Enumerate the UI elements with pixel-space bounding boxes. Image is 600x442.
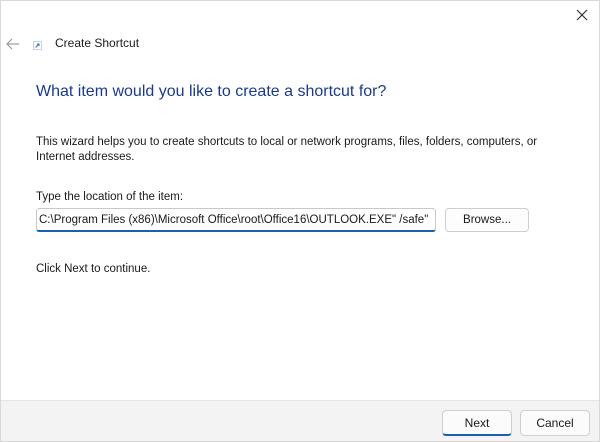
- window-title: Create Shortcut: [55, 36, 140, 50]
- wizard-footer: Next Cancel: [1, 400, 599, 441]
- page-heading: What item would you like to create a sho…: [36, 83, 387, 100]
- close-icon: [576, 9, 588, 21]
- shortcut-icon: [33, 41, 42, 50]
- close-button[interactable]: [571, 5, 593, 25]
- cancel-button[interactable]: Cancel: [520, 410, 590, 436]
- wizard-description: This wizard helps you to create shortcut…: [36, 136, 538, 163]
- location-input[interactable]: [36, 208, 436, 232]
- create-shortcut-window: Create Shortcut What item would you like…: [0, 0, 600, 442]
- next-button[interactable]: Next: [442, 410, 512, 436]
- continue-instruction: Click Next to continue.: [36, 263, 151, 275]
- back-arrow-icon: [6, 38, 19, 50]
- back-button[interactable]: [5, 31, 21, 57]
- browse-button[interactable]: Browse...: [445, 208, 529, 232]
- location-label: Type the location of the item:: [36, 191, 184, 203]
